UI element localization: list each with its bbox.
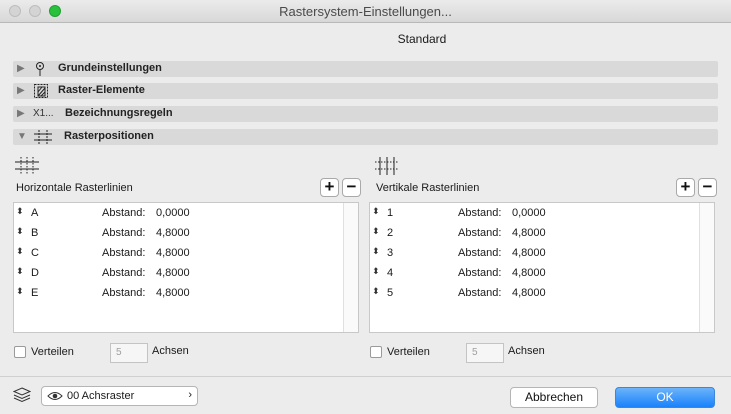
- window-title: Rastersystem-Einstellungen...: [279, 4, 452, 19]
- horizontal-axes-count-input[interactable]: 5: [110, 343, 148, 363]
- grid-positions-icon: [33, 129, 53, 145]
- ok-button[interactable]: OK: [615, 387, 715, 408]
- layer-selector[interactable]: 00 Achsraster ›: [41, 386, 198, 406]
- list-item[interactable]: ⬍ A Abstand: 0,0000: [14, 204, 344, 224]
- reorder-icon[interactable]: ⬍: [16, 266, 24, 277]
- hatch-frame-icon: [33, 83, 49, 99]
- distribute-vertical-checkbox[interactable]: [370, 346, 382, 358]
- x1-numbering-icon: X1...: [33, 108, 54, 119]
- list-item[interactable]: ⬍ 2 Abstand: 4,8000: [370, 224, 700, 244]
- vertical-list[interactable]: ⬍ 1 Abstand: 0,0000 ⬍ 2 Abstand: 4,8000 ⬍ 3 Abst…: [369, 202, 715, 333]
- cancel-button[interactable]: Abbrechen: [510, 387, 598, 408]
- add-horizontal-button[interactable]: +: [320, 178, 339, 197]
- horizontal-lines-icon: [14, 156, 40, 179]
- reorder-icon[interactable]: ⬍: [372, 206, 380, 217]
- section-label: Bezeichnungsregeln: [65, 107, 173, 119]
- axes-label: Achsen: [508, 345, 545, 357]
- section-label: Raster-Elemente: [58, 84, 145, 96]
- distribute-label: Verteilen: [31, 346, 74, 358]
- reorder-icon[interactable]: ⬍: [16, 246, 24, 257]
- section-label: Rasterpositionen: [64, 130, 154, 142]
- distribute-label: Verteilen: [387, 346, 430, 358]
- vertical-title: Vertikale Rasterlinien: [376, 182, 480, 194]
- list-item[interactable]: ⬍ 1 Abstand: 0,0000: [370, 204, 700, 224]
- section-bezeichnungsregeln[interactable]: ▶ X1... Bezeichnungsregeln: [13, 106, 718, 122]
- remove-horizontal-button[interactable]: −: [342, 178, 361, 197]
- vertical-axes-count-input[interactable]: 5: [466, 343, 504, 363]
- collapsed-arrow-icon: ▶: [17, 85, 25, 96]
- list-item[interactable]: ⬍ E Abstand: 4,8000: [14, 284, 344, 304]
- distribute-horizontal-checkbox[interactable]: [14, 346, 26, 358]
- dialog-window: Rastersystem-Einstellungen... Standard ▶…: [0, 0, 731, 414]
- axes-label: Achsen: [152, 345, 189, 357]
- horizontal-title: Horizontale Rasterlinien: [16, 182, 133, 194]
- horizontal-list[interactable]: ⬍ A Abstand: 0,0000 ⬍ B Abstand: 4,8000 ⬍ C Abst…: [13, 202, 359, 333]
- list-item[interactable]: ⬍ C Abstand: 4,8000: [14, 244, 344, 264]
- scrollbar[interactable]: [343, 203, 358, 332]
- list-item[interactable]: ⬍ 3 Abstand: 4,8000: [370, 244, 700, 264]
- section-raster-elemente[interactable]: ▶ Raster-Elemente: [13, 83, 718, 99]
- title-bar: Rastersystem-Einstellungen...: [0, 0, 731, 23]
- reorder-icon[interactable]: ⬍: [372, 246, 380, 257]
- reorder-icon[interactable]: ⬍: [372, 266, 380, 277]
- reorder-icon[interactable]: ⬍: [16, 286, 24, 297]
- chevron-right-icon: ›: [188, 389, 192, 401]
- section-rasterpositionen[interactable]: ▼ Rasterpositionen: [13, 129, 718, 145]
- layers-icon[interactable]: [12, 387, 32, 406]
- vertical-lines-icon: [374, 156, 400, 179]
- collapsed-arrow-icon: ▶: [17, 108, 25, 119]
- reorder-icon[interactable]: ⬍: [372, 226, 380, 237]
- list-item[interactable]: ⬍ 4 Abstand: 4,8000: [370, 264, 700, 284]
- add-vertical-button[interactable]: +: [676, 178, 695, 197]
- preset-name: Standard: [397, 32, 447, 46]
- list-item[interactable]: ⬍ 5 Abstand: 4,8000: [370, 284, 700, 304]
- list-item[interactable]: ⬍ B Abstand: 4,8000: [14, 224, 344, 244]
- reorder-icon[interactable]: ⬍: [372, 286, 380, 297]
- scrollbar[interactable]: [699, 203, 714, 332]
- section-label: Grundeinstellungen: [58, 62, 162, 74]
- remove-vertical-button[interactable]: −: [698, 178, 717, 197]
- reorder-icon[interactable]: ⬍: [16, 226, 24, 237]
- list-item[interactable]: ⬍ D Abstand: 4,8000: [14, 264, 344, 284]
- layer-name: 00 Achsraster: [67, 390, 135, 402]
- expanded-arrow-icon: ▼: [17, 131, 27, 142]
- section-grundeinstellungen[interactable]: ▶ Grundeinstellungen: [13, 61, 718, 77]
- reorder-icon[interactable]: ⬍: [16, 206, 24, 217]
- collapsed-arrow-icon: ▶: [17, 63, 25, 74]
- footer-divider: [0, 376, 731, 377]
- eye-icon: [47, 389, 63, 406]
- pin-icon: [33, 61, 47, 77]
